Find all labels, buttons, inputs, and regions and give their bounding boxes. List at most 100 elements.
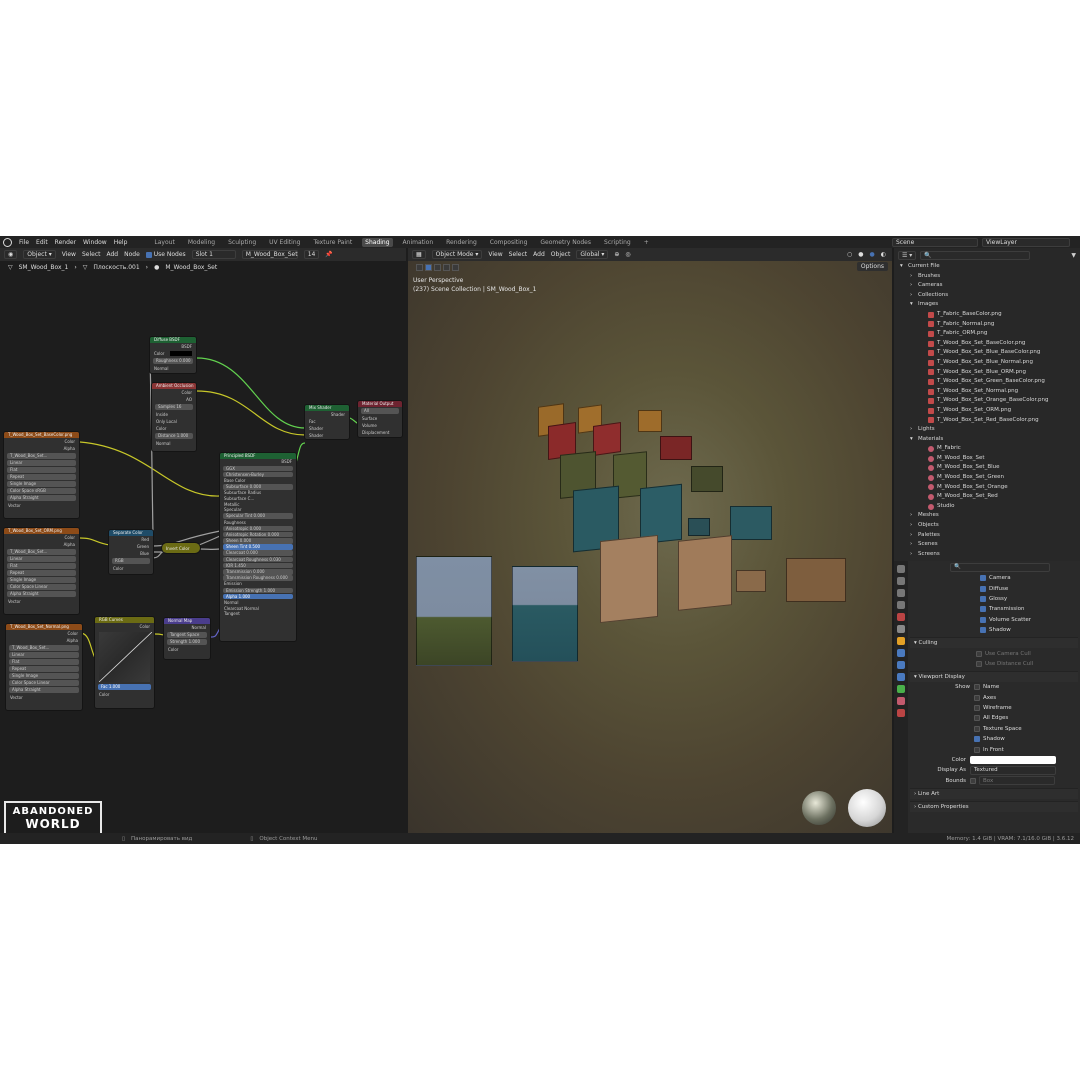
tab-modeling[interactable]: Modeling — [185, 238, 218, 247]
vp-menu-object[interactable]: Object — [551, 251, 571, 258]
expand-arrow-icon[interactable]: › — [910, 281, 915, 291]
expand-arrow-icon[interactable]: › — [910, 540, 915, 550]
projection-dropdown[interactable]: Flat — [7, 563, 76, 569]
outliner-item[interactable]: T_Wood_Box_Set_Green_BaseColor.png — [894, 377, 1080, 387]
vp-menu-view[interactable]: View — [488, 251, 502, 258]
properties-editor[interactable]: 🔍 Camera Diffuse Glossy Transmission Volume … — [894, 561, 1080, 833]
principled-slider[interactable]: Anisotropic Rotation 0.000 — [223, 531, 293, 538]
menu-file[interactable]: File — [19, 239, 29, 246]
principled-bsdf-node[interactable]: Principled BSDF BSDF GGX Christensen-Burl… — [219, 452, 297, 642]
principled-slider[interactable]: GGX — [223, 465, 293, 472]
tab-layout[interactable]: Layout — [151, 238, 177, 247]
fac-slider[interactable]: Fac 1.000 — [98, 684, 151, 690]
principled-slider[interactable]: Christensen-Burley — [223, 471, 293, 478]
bounds-dropdown[interactable]: Box — [979, 776, 1055, 786]
space-dropdown[interactable]: Tangent Space — [167, 632, 207, 638]
rgb-curves-node[interactable]: RGB Curves Color Fac 1.000 Color — [94, 616, 155, 709]
ambient-occlusion-node[interactable]: Ambient Occlusion Color AO Samples 16 In… — [151, 382, 197, 452]
interpolation-dropdown[interactable]: Linear — [7, 556, 76, 562]
viewport-shading-rendered-icon[interactable]: ◐ — [881, 251, 886, 258]
editor-type-menu[interactable]: ▦ — [412, 250, 426, 259]
scene-selector[interactable]: Scene — [892, 237, 978, 247]
display-option-checkbox[interactable] — [974, 715, 980, 722]
menu-window[interactable]: Window — [83, 239, 107, 246]
display-color-swatch[interactable] — [970, 756, 1056, 765]
tab-animation[interactable]: Animation — [400, 238, 437, 247]
select-subtract-icon[interactable] — [443, 263, 450, 271]
outliner-item[interactable]: M_Fabric — [894, 444, 1080, 454]
display-option-checkbox[interactable] — [974, 684, 980, 691]
display-option-checkbox[interactable] — [974, 746, 980, 753]
material-tab-icon[interactable] — [897, 697, 905, 705]
extension-dropdown[interactable]: Repeat — [7, 474, 76, 480]
image-file-selector[interactable]: T_Wood_Box_Set... — [9, 645, 79, 651]
menu-edit[interactable]: Edit — [36, 239, 48, 246]
tab-shading[interactable]: Shading — [362, 237, 393, 247]
tab-sculpting[interactable]: Sculpting — [225, 238, 259, 247]
tab-uv-editing[interactable]: UV Editing — [266, 238, 303, 247]
visibility-checkbox[interactable] — [980, 616, 986, 623]
outliner-item[interactable]: T_Wood_Box_Set_BaseColor.png — [894, 339, 1080, 349]
node-slider[interactable]: Distance 1.000 — [155, 433, 193, 439]
object-tab-icon[interactable] — [897, 637, 905, 645]
visibility-checkbox[interactable] — [980, 585, 986, 592]
filter-icon[interactable]: ▼ — [1071, 252, 1076, 259]
particles-tab-icon[interactable] — [897, 661, 905, 669]
interpolation-dropdown[interactable]: Linear — [9, 652, 79, 658]
world-tab-icon[interactable] — [897, 625, 905, 633]
source-dropdown[interactable]: Single Image — [9, 673, 79, 679]
principled-slider[interactable]: Subsurface 0.000 — [223, 484, 293, 490]
expand-arrow-icon[interactable]: › — [910, 272, 915, 282]
expand-arrow-icon[interactable]: › — [910, 511, 915, 521]
principled-slider[interactable]: Transmission Roughness 0.000 — [223, 575, 293, 581]
select-box-icon[interactable] — [416, 263, 423, 271]
properties-search-input[interactable]: 🔍 — [950, 562, 1050, 572]
mode-dropdown[interactable]: RGB — [112, 558, 150, 564]
tab-compositing[interactable]: Compositing — [487, 238, 531, 247]
display-as-dropdown[interactable]: Textured — [970, 765, 1056, 775]
line-art-section[interactable]: › Line Art — [910, 788, 1078, 800]
vp-menu-add[interactable]: Add — [533, 251, 545, 258]
outliner-item[interactable]: T_Fabric_BaseColor.png — [894, 310, 1080, 320]
principled-slider[interactable]: Clearcoat Roughness 0.030 — [223, 556, 293, 563]
add-workspace-button[interactable]: + — [641, 238, 652, 247]
outliner-item[interactable]: › Collections — [894, 291, 1080, 301]
expand-arrow-icon[interactable]: ▾ — [910, 300, 915, 310]
outliner-item[interactable]: M_Wood_Box_Set_Red — [894, 492, 1080, 502]
principled-slider[interactable]: Anisotropic 0.000 — [223, 525, 293, 532]
viewport-display-section[interactable]: ▾ Viewport Display — [910, 671, 1078, 683]
outliner[interactable]: ☰ ▾ 🔍 ▼ ▾ Current File › Brushes › Cameras › Co… — [894, 248, 1080, 561]
separate-color-node[interactable]: Separate Color Red Green Blue RGB Color — [108, 529, 154, 575]
material-output-node[interactable]: Material Output All Surface Volume Displ… — [357, 400, 403, 438]
use-camera-cull-checkbox[interactable] — [976, 650, 982, 657]
principled-slider[interactable]: Clearcoat 0.000 — [223, 550, 293, 557]
node-option[interactable]: Inside — [152, 411, 196, 418]
display-option-checkbox[interactable] — [974, 736, 980, 743]
crate-orange-open[interactable] — [638, 410, 662, 432]
outliner-item[interactable]: T_Wood_Box_Set_Blue_BaseColor.png — [894, 348, 1080, 358]
projection-dropdown[interactable]: Flat — [7, 467, 76, 473]
outliner-item[interactable]: › Scenes — [894, 540, 1080, 550]
output-tab-icon[interactable] — [897, 589, 905, 597]
principled-slider[interactable]: IOR 1.450 — [223, 562, 293, 569]
object-mode-dropdown[interactable]: Object Mode ▾ — [431, 250, 483, 259]
color-swatch[interactable] — [170, 351, 192, 356]
outliner-item[interactable]: › Brushes — [894, 272, 1080, 282]
image-file-selector[interactable]: T_Wood_Box_Set... — [7, 549, 76, 555]
crate-plain[interactable] — [600, 534, 658, 624]
proportional-edit-icon[interactable]: ◎ — [625, 251, 630, 258]
crate-covered[interactable] — [512, 566, 578, 662]
image-texture-basecolor-node[interactable]: T_Wood_Box_Set_BaseColor.png Color Alpha… — [3, 431, 80, 519]
outliner-item[interactable]: M_Wood_Box_Set_Green — [894, 473, 1080, 483]
outliner-item[interactable]: T_Wood_Box_Set_Orange_BaseColor.png — [894, 396, 1080, 406]
expand-arrow-icon[interactable]: › — [910, 521, 915, 531]
expand-arrow-icon[interactable]: › — [910, 425, 915, 435]
crate-plain[interactable] — [678, 535, 732, 611]
visibility-checkbox[interactable] — [980, 606, 986, 613]
display-option-checkbox[interactable] — [974, 705, 980, 712]
mix-shader-node[interactable]: Mix Shader Shader Fac Shader Shader — [304, 404, 350, 440]
crate-covered[interactable] — [416, 556, 492, 666]
culling-section[interactable]: ▾ Culling — [910, 637, 1078, 649]
use-distance-cull-checkbox[interactable] — [976, 660, 982, 667]
outliner-item[interactable]: › Meshes — [894, 511, 1080, 521]
